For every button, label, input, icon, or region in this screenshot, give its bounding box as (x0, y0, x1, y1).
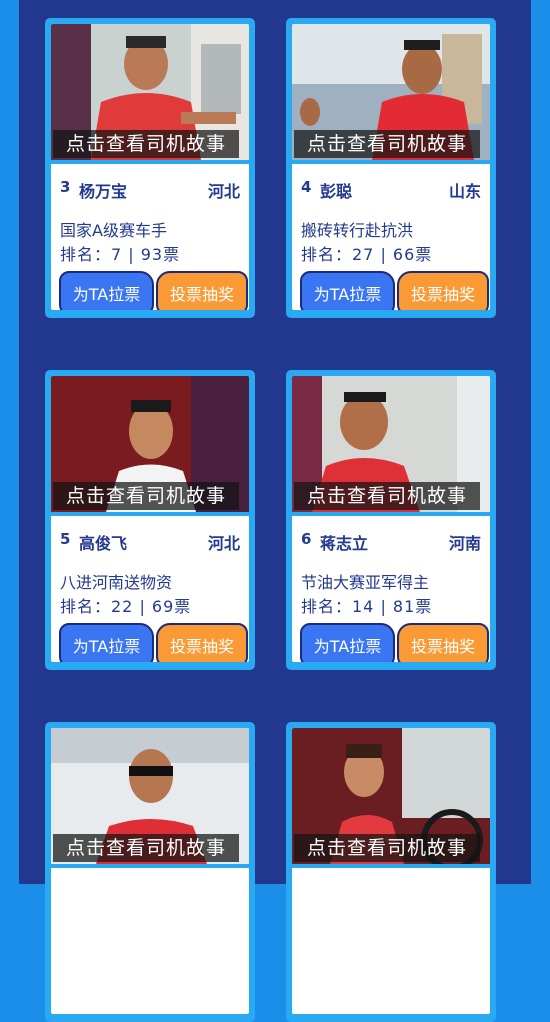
driver-card-inner: 点击查看司机故事 3 杨万宝 河北 国家A级赛车手 排名：7 | 93票 为TA… (51, 24, 249, 310)
driver-slogan: 节油大赛亚军得主 (301, 573, 430, 592)
driver-card: 点击查看司机故事 (286, 722, 496, 1022)
driver-name: 高俊飞 (79, 534, 128, 553)
driver-ranking-votes: 排名：7 | 93票 (60, 245, 181, 264)
driver-ranking-votes: 排名：27 | 66票 (301, 245, 433, 264)
divider (51, 864, 249, 868)
lottery-button[interactable]: 投票抽奖 (397, 271, 489, 310)
vote-button[interactable]: 为TA拉票 (59, 623, 154, 662)
vote-button[interactable]: 为TA拉票 (59, 271, 154, 310)
divider (292, 160, 490, 164)
driver-ranking-votes: 排名：22 | 69票 (60, 597, 192, 616)
driver-card-inner: 点击查看司机故事 5 高俊飞 河北 八进河南送物资 排名：22 | 69票 为T… (51, 376, 249, 662)
driver-name: 杨万宝 (79, 182, 128, 201)
driver-name: 彭聪 (320, 182, 353, 201)
driver-province: 河北 (207, 182, 240, 201)
vote-button[interactable]: 为TA拉票 (300, 623, 395, 662)
driver-province: 河北 (207, 534, 240, 553)
driver-province: 河南 (448, 534, 481, 553)
driver-card: 点击查看司机故事 (45, 722, 255, 1022)
story-link[interactable]: 点击查看司机故事 (294, 834, 480, 862)
driver-card-inner: 点击查看司机故事 (292, 728, 490, 1014)
driver-card-inner: 点击查看司机故事 6 蒋志立 河南 节油大赛亚军得主 排名：14 | 81票 为… (292, 376, 490, 662)
story-link[interactable]: 点击查看司机故事 (294, 130, 480, 158)
driver-card: 点击查看司机故事 6 蒋志立 河南 节油大赛亚军得主 排名：14 | 81票 为… (286, 370, 496, 670)
driver-slogan: 国家A级赛车手 (60, 221, 167, 240)
lottery-button[interactable]: 投票抽奖 (156, 271, 248, 310)
driver-ranking-votes: 排名：14 | 81票 (301, 597, 433, 616)
divider (51, 512, 249, 516)
divider (292, 864, 490, 868)
lottery-button[interactable]: 投票抽奖 (156, 623, 248, 662)
rank-number: 5 (60, 530, 71, 548)
story-link[interactable]: 点击查看司机故事 (53, 834, 239, 862)
vote-button[interactable]: 为TA拉票 (300, 271, 395, 310)
rank-number: 3 (60, 178, 71, 196)
driver-card: 点击查看司机故事 5 高俊飞 河北 八进河南送物资 排名：22 | 69票 为T… (45, 370, 255, 670)
story-link[interactable]: 点击查看司机故事 (53, 482, 239, 510)
rank-number: 4 (301, 178, 312, 196)
driver-slogan: 八进河南送物资 (60, 573, 173, 592)
driver-name: 蒋志立 (320, 534, 369, 553)
story-link[interactable]: 点击查看司机故事 (294, 482, 480, 510)
story-link[interactable]: 点击查看司机故事 (53, 130, 239, 158)
driver-province: 山东 (448, 182, 481, 201)
driver-card-inner: 点击查看司机故事 (51, 728, 249, 1014)
driver-card: 点击查看司机故事 4 彭聪 山东 搬砖转行赴抗洪 排名：27 | 66票 为TA… (286, 18, 496, 318)
lottery-button[interactable]: 投票抽奖 (397, 623, 489, 662)
driver-card-inner: 点击查看司机故事 4 彭聪 山东 搬砖转行赴抗洪 排名：27 | 66票 为TA… (292, 24, 490, 310)
divider (292, 512, 490, 516)
driver-slogan: 搬砖转行赴抗洪 (301, 221, 414, 240)
divider (51, 160, 249, 164)
driver-card: 点击查看司机故事 3 杨万宝 河北 国家A级赛车手 排名：7 | 93票 为TA… (45, 18, 255, 318)
driver-list-panel: 点击查看司机故事 3 杨万宝 河北 国家A级赛车手 排名：7 | 93票 为TA… (19, 0, 531, 1022)
rank-number: 6 (301, 530, 312, 548)
